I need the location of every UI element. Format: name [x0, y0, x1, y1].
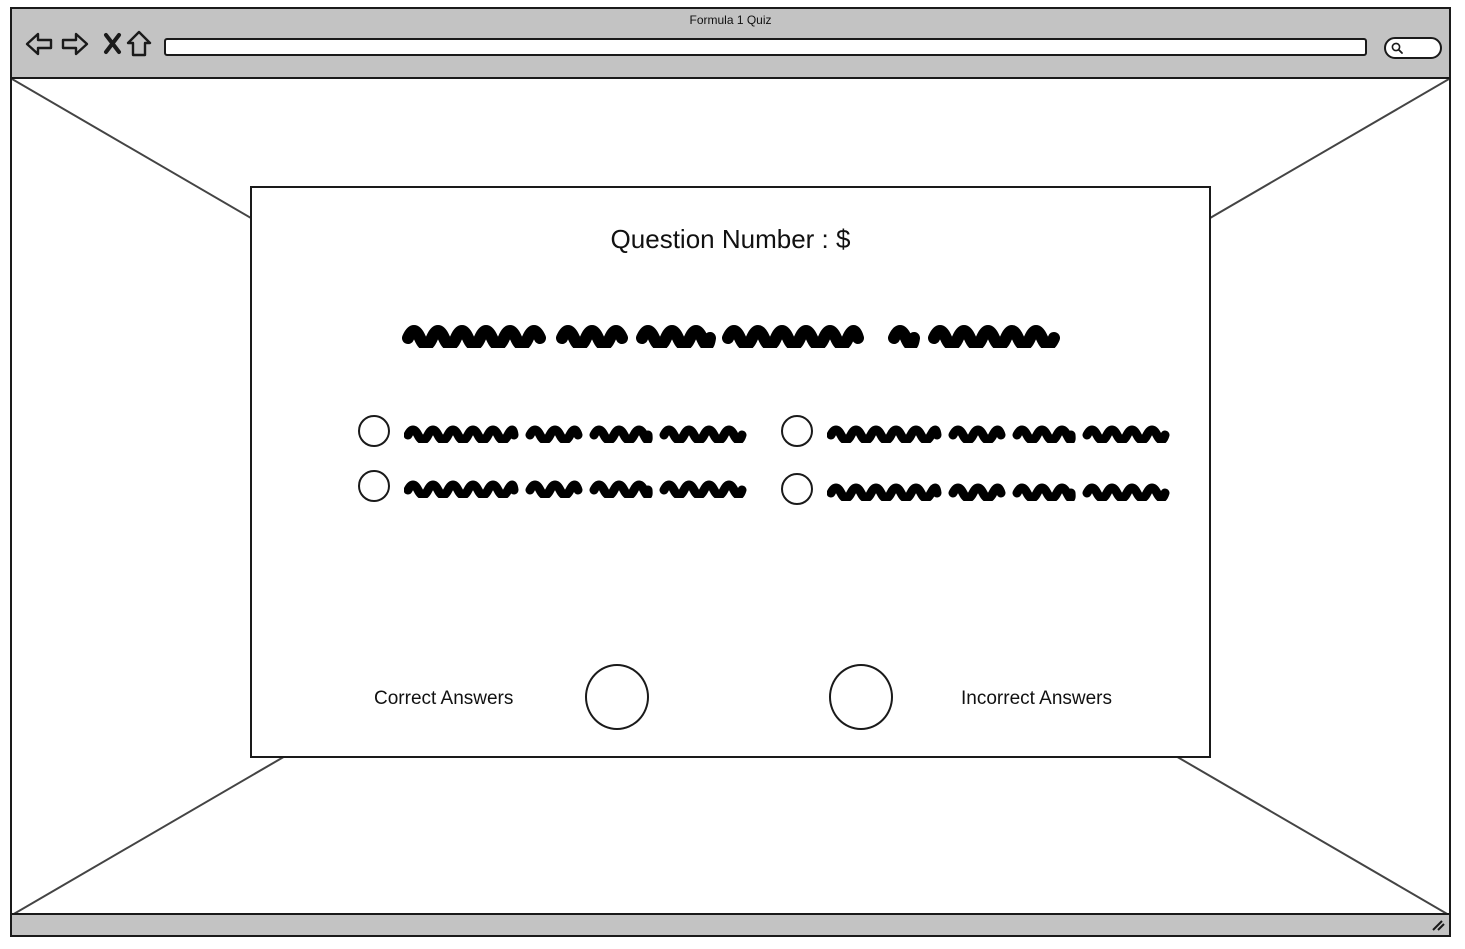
question-number: Question Number : $ [610, 224, 851, 254]
correct-answers-counter [585, 664, 649, 730]
forward-icon[interactable] [60, 29, 90, 59]
radio-button[interactable] [781, 473, 813, 505]
answer-text [827, 483, 1170, 501]
answer-text [404, 425, 747, 443]
answer-text [404, 480, 747, 498]
browser-toolbar: Formula 1 Quiz [12, 9, 1449, 79]
home-icon[interactable] [124, 29, 154, 59]
answer-option-1[interactable] [358, 415, 758, 449]
search-icon [1391, 42, 1403, 54]
answer-text [827, 425, 1170, 443]
status-bar [12, 913, 1449, 935]
radio-button[interactable] [358, 415, 390, 447]
answer-option-3[interactable] [358, 470, 758, 504]
search-button[interactable] [1384, 37, 1442, 59]
answer-option-4[interactable] [781, 473, 1181, 507]
question-text [402, 325, 1060, 348]
radio-button[interactable] [781, 415, 813, 447]
window-title: Formula 1 Quiz [689, 13, 772, 27]
radio-button[interactable] [358, 470, 390, 502]
quiz-panel: Question Number : $ Correct Answers Inco… [250, 186, 1211, 758]
correct-answers-label: Correct Answers [374, 688, 514, 709]
address-bar[interactable] [164, 38, 1367, 56]
back-icon[interactable] [24, 29, 54, 59]
incorrect-answers-label: Incorrect Answers [961, 688, 1112, 709]
resize-grip-icon[interactable] [1430, 917, 1446, 933]
answer-option-2[interactable] [781, 415, 1181, 449]
incorrect-answers-counter [829, 664, 893, 730]
